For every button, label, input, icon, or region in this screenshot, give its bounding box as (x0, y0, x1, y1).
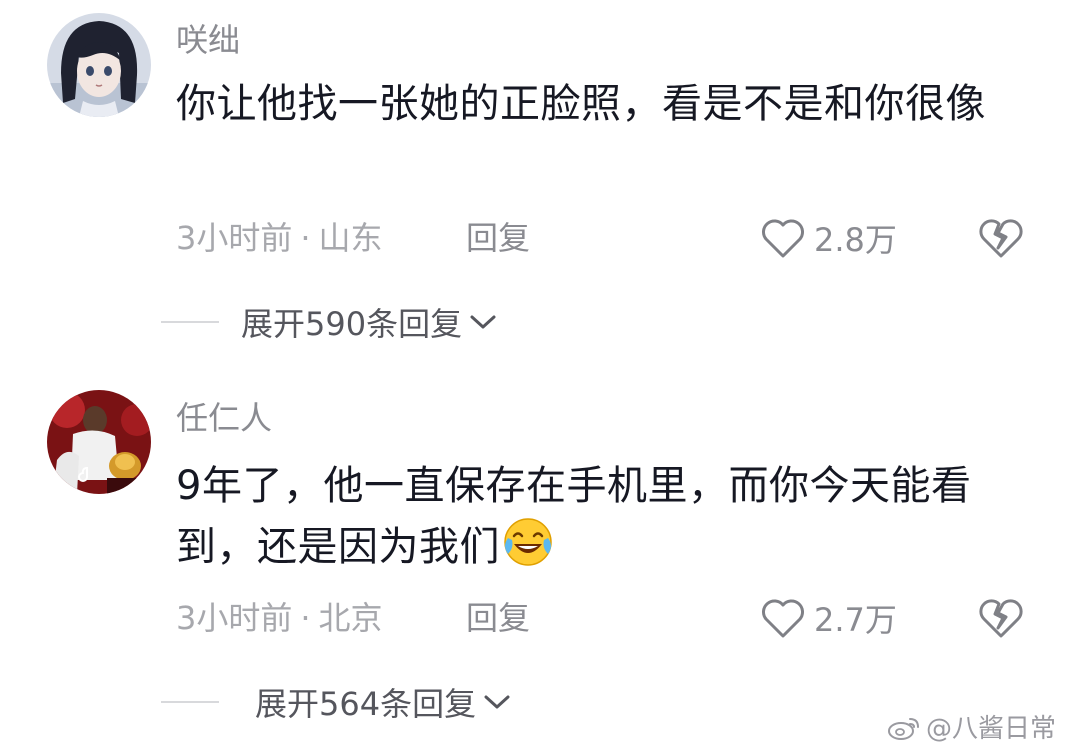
like-button[interactable]: 2.7万 (760, 596, 897, 640)
weibo-logo-icon (887, 717, 919, 740)
comment-text: 9年了，他一直保存在手机里，而你今天能看到，还是因为我们 (176, 456, 1036, 577)
comment-time: 3小时前 (176, 599, 293, 637)
comment-username[interactable]: 任仁人 (176, 398, 272, 438)
chevron-down-icon (484, 695, 510, 709)
watermark: @八酱日常 (886, 708, 1056, 745)
like-count: 2.7万 (814, 601, 897, 639)
watermark-text: @八酱日常 (925, 714, 1056, 744)
broken-heart-icon (979, 219, 1023, 258)
avatar[interactable] (47, 390, 151, 494)
like-count: 2.8万 (814, 221, 897, 259)
comment-text: 你让他找一张她的正脸照，看是不是和你很像 (176, 81, 986, 127)
comment-username[interactable]: 咲绌 (176, 20, 240, 60)
comment-meta: 3小时前 · 山东 (176, 218, 383, 258)
expand-replies-button[interactable]: 展开590条回复 (161, 300, 498, 344)
comment-location: 山东 (318, 219, 383, 257)
reply-button[interactable]: 回复 (466, 598, 530, 638)
like-button[interactable]: 2.8万 (760, 216, 897, 260)
comment-text-content: 9年了，他一直保存在手机里，而你今天能看到，还是因为我们 (176, 463, 972, 570)
heart-icon (762, 599, 804, 638)
divider-line (161, 321, 219, 323)
comment-meta: 3小时前 · 北京 (176, 598, 383, 638)
expand-replies-button[interactable]: 展开564条回复 (161, 680, 512, 724)
meta-separator: · (300, 219, 311, 257)
expand-replies-label: 展开590条回复 (241, 305, 463, 343)
comment-location: 北京 (318, 599, 383, 637)
dislike-button[interactable] (978, 216, 1024, 260)
comment-time: 3小时前 (176, 219, 293, 257)
reply-button[interactable]: 回复 (466, 218, 530, 258)
laughing-tears-emoji-icon (504, 518, 552, 566)
broken-heart-icon (979, 599, 1023, 638)
dislike-button[interactable] (978, 596, 1024, 640)
chevron-down-icon (470, 315, 496, 329)
meta-separator: · (300, 599, 311, 637)
avatar[interactable] (47, 13, 151, 117)
heart-icon (762, 219, 804, 258)
divider-line (161, 701, 219, 703)
expand-replies-label: 展开564条回复 (255, 685, 477, 723)
